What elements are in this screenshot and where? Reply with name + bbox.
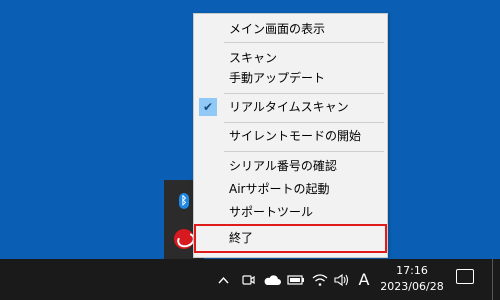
menu-item-label: サポートツール xyxy=(229,205,314,219)
meet-now-icon[interactable] xyxy=(238,259,258,300)
ime-label: A xyxy=(358,270,370,289)
menu-separator xyxy=(224,42,384,43)
battery-icon[interactable] xyxy=(286,259,306,300)
check-icon: ✔ xyxy=(199,98,217,116)
menu-item-air-support[interactable]: Airサポートの起動 xyxy=(194,178,387,200)
menu-item-silent-mode[interactable]: サイレントモードの開始 xyxy=(194,125,387,147)
menu-separator xyxy=(224,151,384,152)
menu-separator xyxy=(224,122,384,123)
menu-item-show-main[interactable]: メイン画面の表示 xyxy=(194,18,387,40)
volume-icon[interactable] xyxy=(332,259,352,300)
menu-item-label: シリアル番号の確認 xyxy=(229,159,337,173)
taskbar: A 17:16 2023/06/28 xyxy=(0,259,500,300)
onedrive-cloud-icon[interactable] xyxy=(262,259,282,300)
chevron-up-icon[interactable] xyxy=(214,259,232,300)
notification-icon[interactable] xyxy=(456,269,474,284)
menu-item-label: メイン画面の表示 xyxy=(229,22,326,36)
wifi-icon[interactable] xyxy=(310,259,330,300)
menu-item-label: スキャン xyxy=(229,51,278,65)
menu-item-label: 手動アップデート xyxy=(229,71,326,85)
menu-item-serial-number[interactable]: シリアル番号の確認 xyxy=(194,155,387,177)
menu-item-label: サイレントモードの開始 xyxy=(229,129,362,143)
clock[interactable]: 17:16 2023/06/28 xyxy=(376,263,448,295)
menu-item-manual-update[interactable]: 手動アップデート xyxy=(194,67,387,89)
ime-indicator[interactable]: A xyxy=(354,259,374,300)
clock-date: 2023/06/28 xyxy=(380,280,444,293)
menu-item-label: リアルタイムスキャン xyxy=(229,100,349,114)
context-menu: メイン画面の表示 スキャン 手動アップデート ✔ リアルタイムスキャン サイレン… xyxy=(193,13,388,258)
menu-item-label: 終了 xyxy=(229,231,254,245)
menu-separator xyxy=(224,93,384,94)
menu-item-support-tool[interactable]: サポートツール xyxy=(194,201,387,223)
menu-item-scan[interactable]: スキャン xyxy=(194,47,387,69)
menu-item-realtime-scan[interactable]: ✔ リアルタイムスキャン xyxy=(194,96,387,118)
clock-time: 17:16 xyxy=(396,264,428,277)
show-desktop-button[interactable] xyxy=(492,259,500,300)
menu-item-exit[interactable]: 終了 xyxy=(194,224,387,253)
menu-item-label: Airサポートの起動 xyxy=(229,182,330,196)
